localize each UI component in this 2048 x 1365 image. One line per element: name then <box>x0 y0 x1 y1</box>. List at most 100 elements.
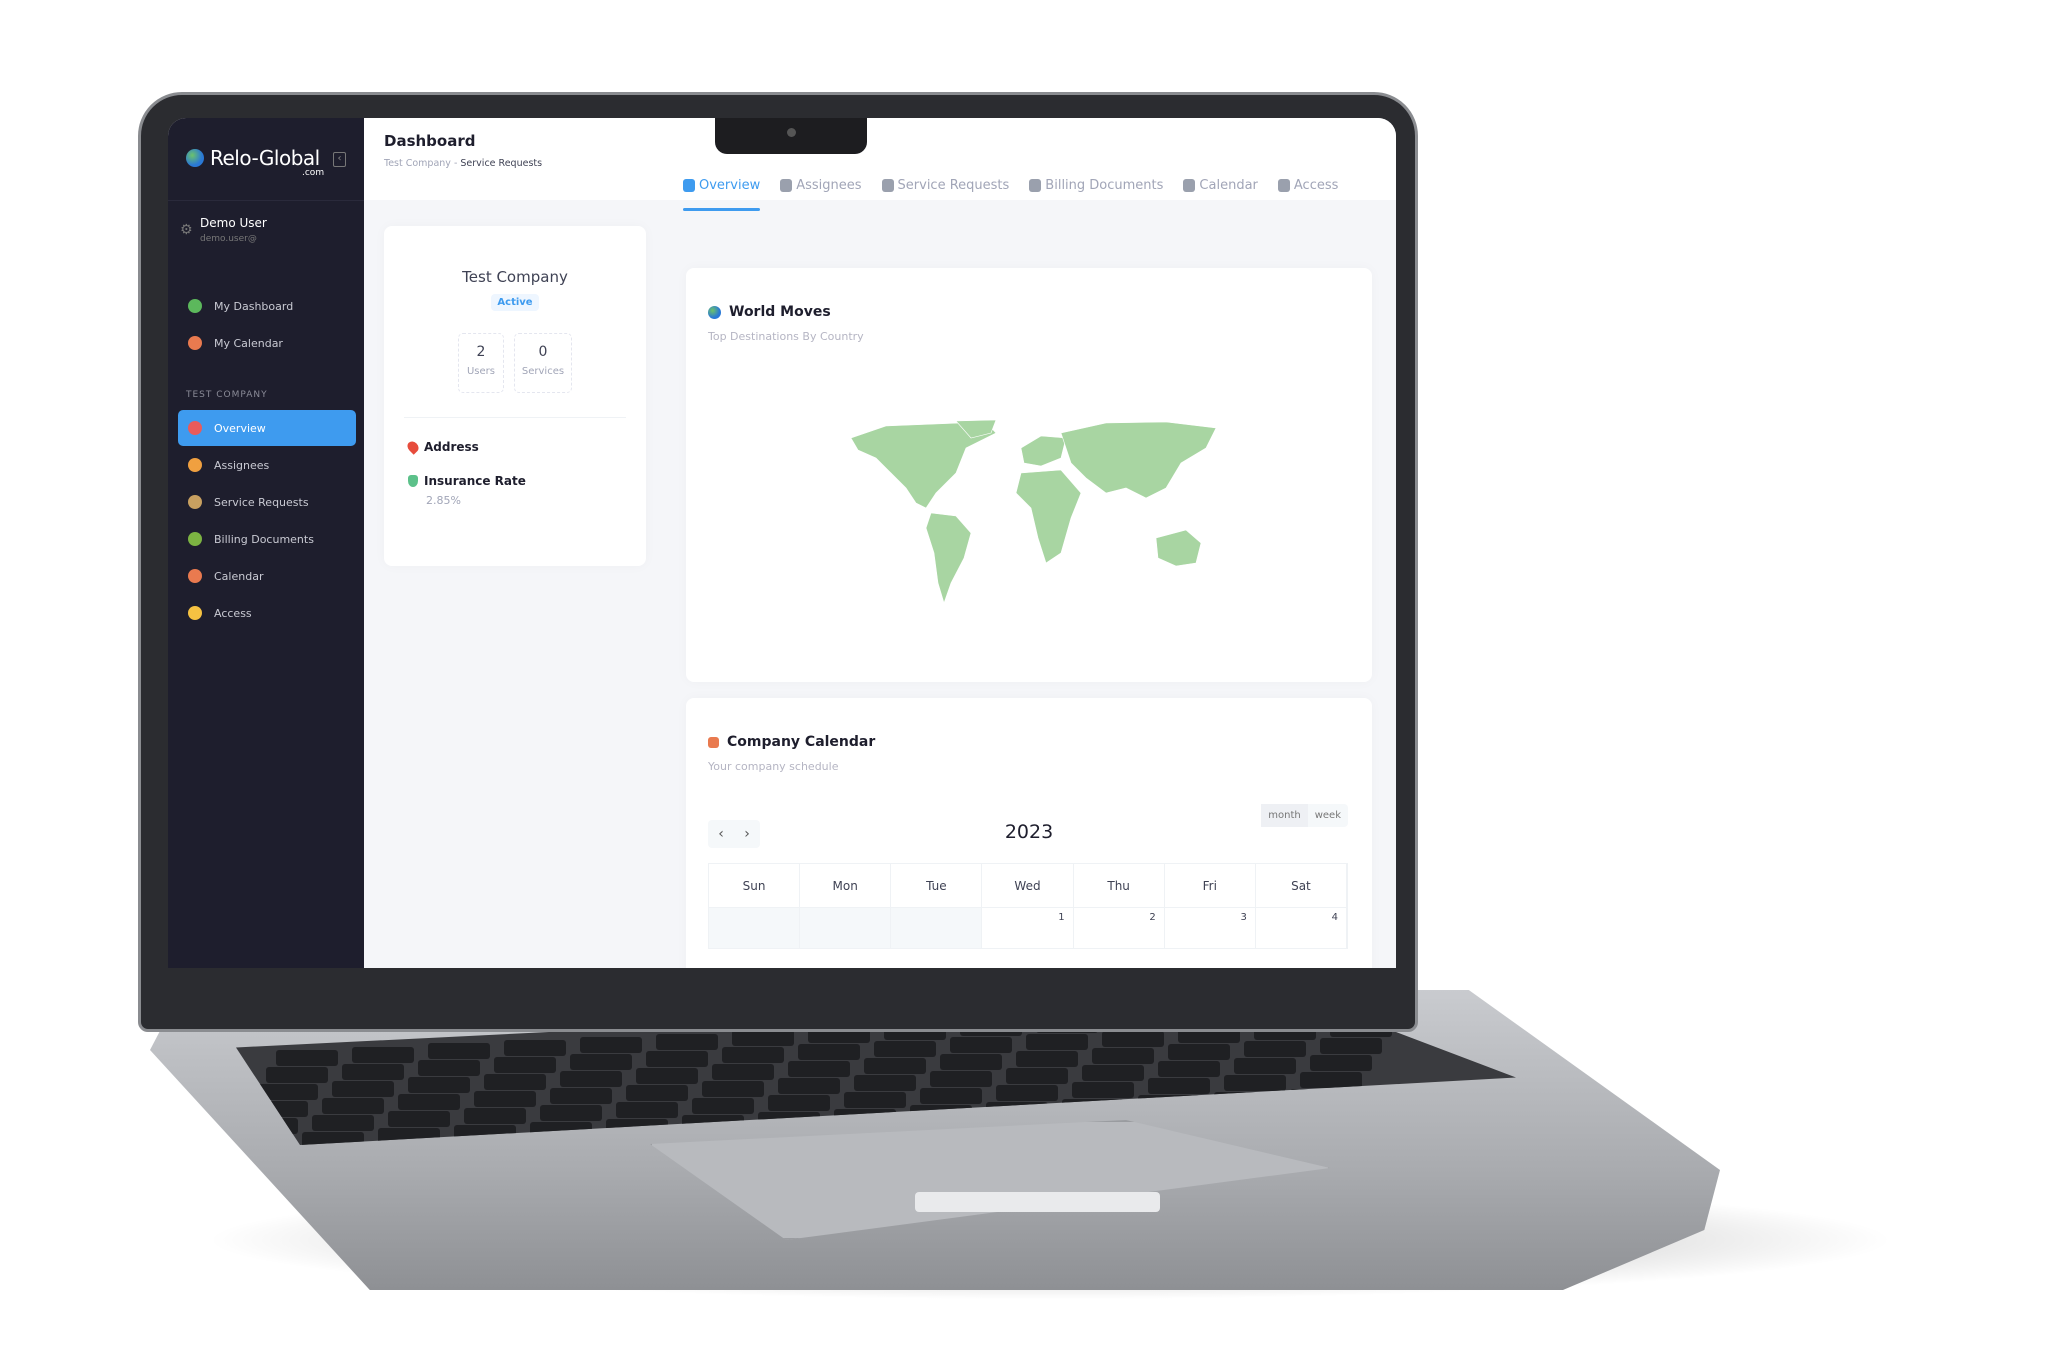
section-label: TEST COMPANY <box>186 390 268 400</box>
divider <box>404 417 626 418</box>
view-month-button[interactable]: month <box>1261 804 1308 827</box>
sidebar-item-label: Assignees <box>214 458 270 472</box>
keyboard-key <box>418 1060 480 1077</box>
keyboard-key <box>768 1094 830 1111</box>
keyboard-key <box>428 1043 490 1060</box>
keyboard-key <box>712 1064 774 1081</box>
sidebar-item-label: Service Requests <box>214 495 309 509</box>
keyboard-key <box>484 1074 546 1091</box>
keyboard-key <box>636 1067 698 1084</box>
keyboard-key <box>580 1036 642 1053</box>
address-label: Address <box>424 440 479 454</box>
keyboard-key <box>1158 1061 1220 1078</box>
keyboard-key <box>864 1057 926 1074</box>
keyboard-key <box>1016 1051 1078 1067</box>
tab-overview[interactable]: Overview <box>683 178 761 211</box>
sidebar-item-label: Access <box>214 606 252 620</box>
tab-calendar[interactable]: Calendar <box>1183 178 1258 211</box>
breadcrumb-item[interactable]: Test Company <box>384 158 451 169</box>
day-cell[interactable]: 1 <box>982 908 1074 948</box>
keyboard-key <box>352 1046 414 1063</box>
sidebar-item-billing-documents[interactable]: Billing Documents <box>178 521 356 557</box>
map-south-america <box>925 512 972 604</box>
sidebar-item-assignees[interactable]: Assignees <box>178 447 356 483</box>
sidebar-item-label: Billing Documents <box>214 532 314 546</box>
sidebar-item-calendar[interactable]: Calendar <box>178 558 356 594</box>
map-asia <box>1060 421 1217 499</box>
world-map[interactable] <box>846 418 1226 608</box>
laptop-chin <box>168 968 1396 1028</box>
sidebar-item-my-dashboard[interactable]: My Dashboard <box>178 288 356 324</box>
day-cell[interactable] <box>800 908 892 948</box>
keyboard-key <box>920 1088 982 1105</box>
calendar-icon <box>708 736 719 748</box>
keyboard-key <box>1102 1030 1164 1047</box>
logo[interactable]: Relo-Global .com <box>186 146 324 178</box>
keyboard-key <box>1234 1058 1296 1075</box>
overview-icon <box>683 179 695 192</box>
keyboard-key <box>388 1111 450 1128</box>
keyboard-key <box>702 1081 764 1098</box>
keyboard-key <box>1092 1047 1154 1064</box>
keyboard-key <box>570 1053 632 1070</box>
tabs: Overview Assignees Service Requests Billing… <box>683 178 1338 211</box>
keyboard-key <box>616 1101 678 1118</box>
sidebar-item-service-requests[interactable]: Service Requests <box>178 484 356 520</box>
keyboard-key <box>930 1071 992 1088</box>
tab-service-requests[interactable]: Service Requests <box>881 178 1009 211</box>
keyboard-key <box>1072 1081 1134 1098</box>
access-icon <box>1277 179 1290 192</box>
keyboard-key <box>408 1077 470 1094</box>
day-cell[interactable]: 4 <box>1256 908 1347 948</box>
sidebar-item-label: Overview <box>214 421 266 435</box>
sidebar-item-label: My Dashboard <box>214 299 294 313</box>
keyboard-key <box>732 1030 794 1047</box>
calendar-icon <box>188 569 202 583</box>
keyboard-key <box>874 1040 936 1057</box>
sidebar-item-overview[interactable]: Overview <box>178 410 356 446</box>
globe-icon <box>708 305 721 319</box>
keyboard-key <box>692 1098 754 1115</box>
tab-billing-documents[interactable]: Billing Documents <box>1029 178 1163 211</box>
keyboard-key <box>1244 1041 1306 1058</box>
keyboard-key <box>1300 1071 1362 1088</box>
day-cell[interactable] <box>709 908 801 948</box>
keyboard-key <box>778 1077 840 1094</box>
sidebar-item-access[interactable]: Access <box>178 595 356 631</box>
sidebar-item-my-calendar[interactable]: My Calendar <box>178 325 356 361</box>
keyboard-key <box>494 1057 556 1074</box>
keyboard-key <box>626 1084 688 1101</box>
keyboard-key <box>1082 1064 1144 1081</box>
day-header: Tue <box>891 864 983 908</box>
keyboard-key <box>950 1037 1012 1054</box>
day-cell[interactable] <box>891 908 983 948</box>
card-subtitle: Your company schedule <box>708 760 839 773</box>
stat-services: 0 Services <box>514 333 572 393</box>
calendar-icon <box>188 336 202 350</box>
day-cell[interactable]: 3 <box>1165 908 1256 948</box>
tab-label: Assignees <box>796 178 862 193</box>
keyboard-key <box>540 1104 602 1121</box>
divider <box>168 200 364 201</box>
day-cell[interactable]: 2 <box>1074 908 1165 948</box>
day-header: Mon <box>800 864 892 908</box>
tab-assignees[interactable]: Assignees <box>780 178 862 211</box>
sidebar-item-label: My Calendar <box>214 336 283 350</box>
tab-access[interactable]: Access <box>1277 178 1338 211</box>
page-title: Dashboard <box>384 132 476 150</box>
insurance-value: 2.85% <box>426 494 461 507</box>
keyboard-key <box>1006 1068 1068 1084</box>
globe-icon <box>186 149 204 167</box>
keyboard-key <box>940 1054 1002 1071</box>
collapse-sidebar-icon[interactable]: ‹ <box>333 152 346 167</box>
keyboard-key <box>550 1087 612 1104</box>
world-moves-card: World Moves Top Destinations By Country <box>686 268 1372 682</box>
keyboard-key <box>560 1070 622 1087</box>
keyboard-key <box>464 1108 526 1125</box>
laptop-lip <box>915 1192 1160 1212</box>
keyboard-key <box>854 1074 916 1091</box>
screen: Relo-Global .com ‹ ⚙ Demo User demo.user@ M… <box>168 118 1396 968</box>
overview-icon <box>188 421 202 435</box>
view-week-button[interactable]: week <box>1308 804 1348 827</box>
tab-label: Calendar <box>1199 178 1258 193</box>
